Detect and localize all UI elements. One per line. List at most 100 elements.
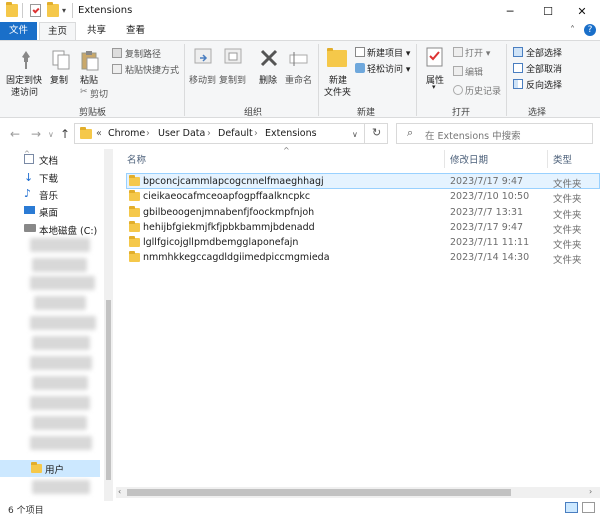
- select-all-button[interactable]: 全部选择: [526, 46, 562, 59]
- nav-item-music[interactable]: 音乐: [39, 188, 58, 202]
- file-type: 文件夹: [553, 210, 582, 221]
- breadcrumb-separator-icon[interactable]: ›: [254, 128, 258, 139]
- tab-file[interactable]: 文件: [0, 22, 37, 40]
- large-icons-view-icon[interactable]: [582, 502, 595, 513]
- file-name[interactable]: lgllfgicojgllpmdbemgglaponefajn: [143, 237, 298, 248]
- new-folder-icon[interactable]: [327, 48, 347, 67]
- folder-icon: [6, 2, 18, 17]
- properties-icon[interactable]: [424, 46, 446, 68]
- open-button[interactable]: 打开 ▾: [465, 46, 490, 59]
- copy-to-button[interactable]: 复制到: [219, 73, 246, 86]
- details-view-icon[interactable]: [565, 502, 578, 513]
- scroll-left-icon[interactable]: ‹: [118, 487, 121, 496]
- breadcrumb-separator-icon[interactable]: ›: [207, 128, 211, 139]
- close-button[interactable]: ✕: [564, 0, 600, 22]
- pin-icon[interactable]: [15, 49, 37, 71]
- paste-icon[interactable]: [79, 49, 101, 71]
- select-none-button[interactable]: 全部取消: [526, 62, 562, 75]
- cut-button[interactable]: 剪切: [90, 87, 108, 100]
- minimize-button[interactable]: ─: [492, 0, 528, 22]
- help-icon[interactable]: ?: [584, 24, 596, 36]
- folder-icon: [80, 127, 92, 139]
- maximize-button[interactable]: ☐: [530, 0, 566, 22]
- new-item-button[interactable]: 新建项目 ▾: [367, 46, 410, 59]
- file-name[interactable]: gbilbeoogenjmnabenfjfoockmpfnjoh: [143, 207, 314, 218]
- history-button[interactable]: 历史记录: [465, 84, 501, 97]
- column-divider[interactable]: [547, 150, 548, 168]
- forward-arrow-icon[interactable]: →: [31, 127, 41, 141]
- breadcrumb-item[interactable]: User Data: [158, 128, 205, 139]
- column-header-type[interactable]: 类型: [553, 152, 572, 166]
- customize-toolbar-icon[interactable]: ▾: [62, 6, 66, 15]
- file-name[interactable]: bpconcjcammlapcogcnnelfmaeghhagj: [143, 176, 324, 187]
- nav-scrollbar-thumb[interactable]: [106, 300, 111, 480]
- file-name[interactable]: hehijbfgiekmjfkfjpbkbammjbdenadd: [143, 222, 315, 233]
- easy-access-icon[interactable]: [355, 63, 365, 73]
- scroll-right-icon[interactable]: ›: [589, 487, 592, 496]
- nav-item-users[interactable]: 用户: [45, 462, 64, 476]
- breadcrumb-item[interactable]: Chrome: [108, 128, 145, 139]
- nav-item-documents[interactable]: 文档: [39, 153, 58, 167]
- file-type: 文件夹: [553, 225, 582, 236]
- copy-label[interactable]: 复制: [50, 73, 68, 86]
- new-folder-quick-icon[interactable]: [47, 2, 59, 17]
- nav-item-downloads[interactable]: 下载: [39, 171, 58, 185]
- invert-selection-button[interactable]: 反向选择: [526, 78, 562, 91]
- blurred-nav-item: [30, 316, 96, 330]
- collapse-ribbon-icon[interactable]: ˄: [570, 25, 575, 36]
- back-arrow-icon[interactable]: ←: [10, 127, 20, 141]
- paste-label[interactable]: 粘贴: [80, 73, 98, 86]
- breadcrumb-overflow[interactable]: «: [96, 128, 102, 139]
- scissors-icon[interactable]: ✂: [80, 87, 88, 97]
- properties-dropdown-icon[interactable]: ▾: [432, 83, 436, 91]
- search-input[interactable]: 在 Extensions 中搜索: [425, 128, 521, 142]
- select-none-icon[interactable]: [513, 63, 523, 73]
- column-header-name[interactable]: 名称: [127, 152, 146, 166]
- blurred-nav-item: [30, 396, 90, 410]
- up-arrow-icon[interactable]: ↑: [60, 127, 70, 141]
- music-icon: ♪: [24, 187, 32, 200]
- tab-share[interactable]: 共享: [78, 22, 115, 40]
- select-all-icon[interactable]: [513, 47, 523, 57]
- rename-icon[interactable]: [288, 48, 310, 70]
- tab-home[interactable]: 主页: [39, 22, 76, 40]
- nav-item-local-disk[interactable]: 本地磁盘 (C:): [39, 223, 97, 237]
- breadcrumb-separator-icon[interactable]: ›: [146, 128, 150, 139]
- nav-item-desktop[interactable]: 桌面: [39, 205, 58, 219]
- tab-view[interactable]: 查看: [117, 22, 154, 40]
- new-folder-label-2[interactable]: 文件夹: [324, 85, 351, 98]
- delete-icon[interactable]: [258, 47, 280, 69]
- horizontal-scrollbar-thumb[interactable]: [127, 489, 511, 496]
- status-bar: [0, 501, 600, 515]
- copy-icon[interactable]: [50, 49, 72, 71]
- move-to-icon[interactable]: [192, 46, 214, 68]
- refresh-icon[interactable]: ↻: [372, 126, 381, 139]
- file-type: 文件夹: [553, 194, 582, 205]
- copy-path-icon[interactable]: [112, 48, 122, 58]
- pin-label-2[interactable]: 速访问: [11, 85, 38, 98]
- paste-shortcut-icon[interactable]: [112, 64, 122, 74]
- new-item-icon[interactable]: [355, 47, 365, 57]
- invert-selection-icon[interactable]: [513, 79, 523, 89]
- delete-button[interactable]: 删除: [259, 73, 277, 86]
- recent-locations-icon[interactable]: ∨: [48, 130, 54, 139]
- column-header-date[interactable]: 修改日期: [450, 152, 488, 166]
- edit-button[interactable]: 编辑: [465, 65, 483, 78]
- file-date: 2023/7/17 9:47: [450, 222, 524, 233]
- open-icon[interactable]: [453, 47, 463, 57]
- column-divider[interactable]: [444, 150, 445, 168]
- file-name[interactable]: nmmhkkegccagdldgiimedpiccmgmieda: [143, 252, 330, 263]
- rename-button[interactable]: 重命名: [285, 73, 312, 86]
- copy-path-button[interactable]: 复制路径: [125, 47, 161, 60]
- easy-access-button[interactable]: 轻松访问 ▾: [367, 62, 410, 75]
- properties-quick-icon[interactable]: [30, 4, 41, 17]
- breadcrumb-item[interactable]: Extensions: [265, 128, 317, 139]
- history-icon[interactable]: [453, 85, 463, 95]
- file-name[interactable]: cieikaeocafmceoapfogpffaalkncpkc: [143, 191, 310, 202]
- copy-to-icon[interactable]: [222, 46, 244, 68]
- breadcrumb-item[interactable]: Default: [218, 128, 253, 139]
- edit-icon[interactable]: [453, 66, 463, 76]
- paste-shortcut-button[interactable]: 粘贴快捷方式: [125, 63, 179, 76]
- move-to-button[interactable]: 移动到: [189, 73, 216, 86]
- address-dropdown-icon[interactable]: ∨: [352, 130, 358, 139]
